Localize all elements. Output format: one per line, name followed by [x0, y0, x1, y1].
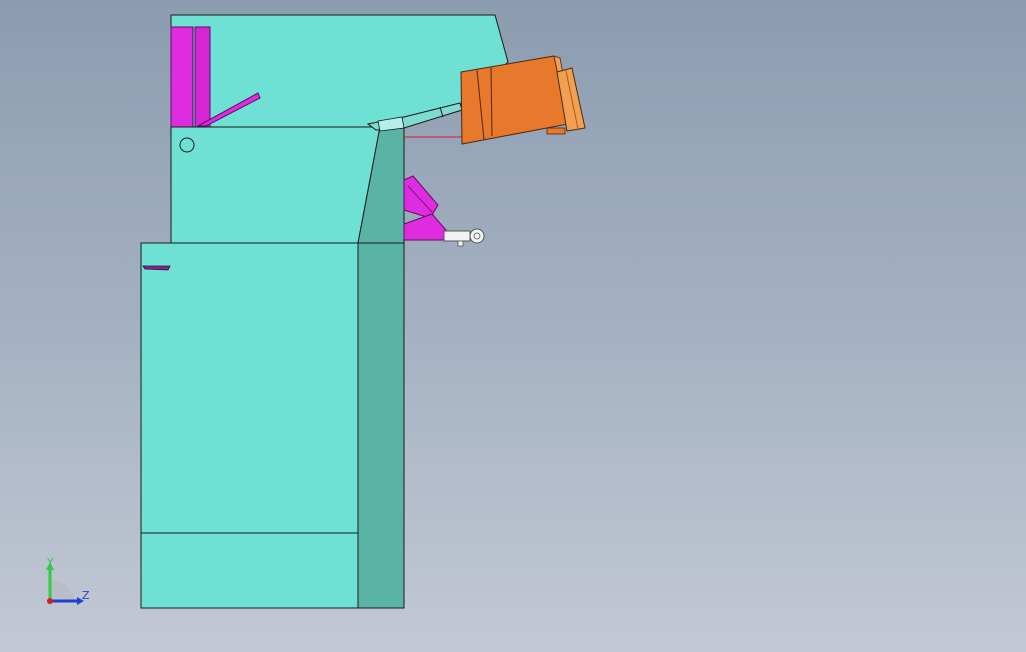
mid-cabinet[interactable]	[170, 126, 381, 244]
y-axis-label: Y	[46, 556, 54, 569]
lower-cabinet[interactable]	[140, 242, 359, 609]
vertical-pipe-right[interactable]	[194, 26, 211, 128]
circular-port[interactable]	[179, 137, 195, 153]
actuator-rod[interactable]	[443, 230, 471, 242]
x-axis-dot	[47, 598, 53, 604]
3d-cad-viewport[interactable]: Y Z	[0, 0, 1026, 652]
axis-triad: Y Z	[46, 556, 90, 605]
arm-lower[interactable]	[403, 213, 447, 241]
actuator-foot	[457, 240, 464, 247]
hopper-tab	[546, 127, 566, 135]
z-axis-label: Z	[82, 589, 90, 602]
lower-cabinet-side[interactable]	[357, 242, 405, 609]
door-handle[interactable]	[142, 265, 171, 271]
vertical-pipe-left[interactable]	[170, 26, 194, 128]
machine-model[interactable]: Y Z	[0, 0, 1026, 652]
triad-plane	[50, 579, 74, 600]
arm-upper[interactable]	[403, 175, 439, 219]
actuator-eye[interactable]	[469, 228, 485, 244]
